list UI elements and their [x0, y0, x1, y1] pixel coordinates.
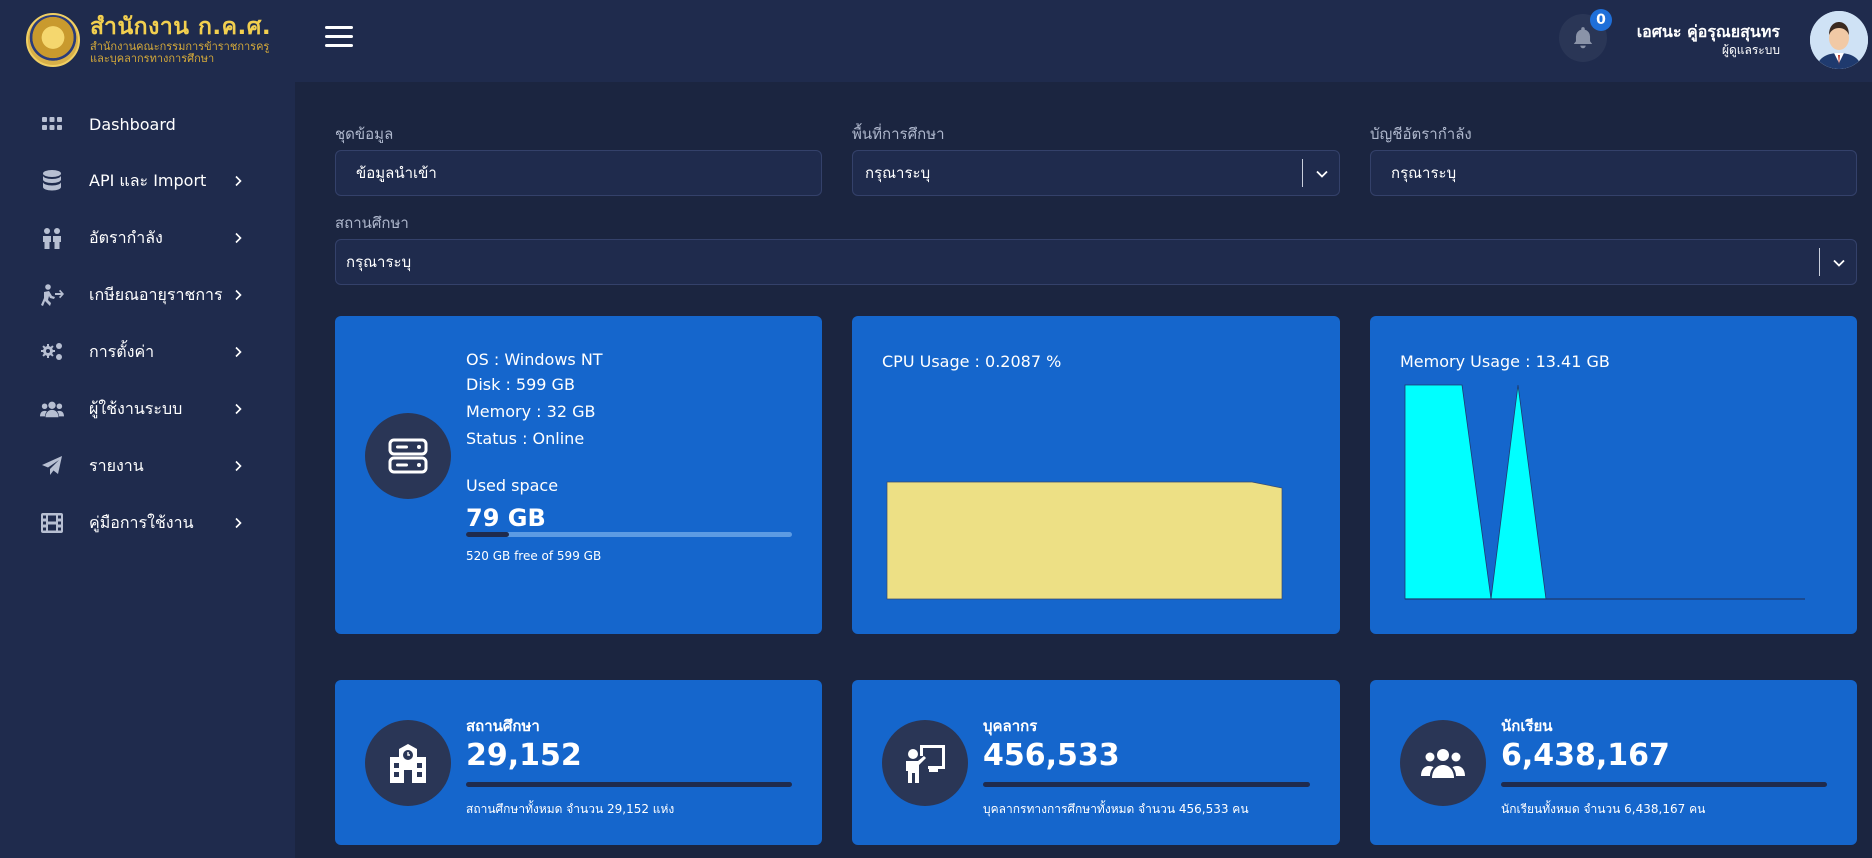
sidebar-item-retirement[interactable]: เกษียณอายุราชการ: [0, 269, 295, 321]
gears-icon: [40, 340, 64, 364]
chevron-right-icon: [235, 232, 242, 244]
sidebar-item-dashboard[interactable]: Dashboard: [0, 98, 295, 150]
top-bar: สำนักงาน ก.ค.ศ. สำนักงานคณะกรรมการข้าราช…: [0, 0, 1872, 82]
chevron-right-icon: [235, 175, 242, 187]
logo[interactable]: สำนักงาน ก.ค.ศ. สำนักงานคณะกรรมการข้าราช…: [26, 10, 296, 70]
sidebar-item-label: API และ Import: [89, 170, 207, 190]
cpu-usage-area: [886, 481, 1283, 600]
stat-description: บุคลากรทางการศึกษาทั้งหมด จำนวน 456,533 …: [983, 802, 1249, 816]
chevron-right-icon: [235, 460, 242, 472]
teacher-icon: [882, 720, 968, 806]
chevron-right-icon: [235, 346, 242, 358]
server-info-card: OS : Windows NT Disk : 599 GB Memory : 3…: [335, 316, 822, 634]
chevron-right-icon: [235, 403, 242, 415]
paper-plane-icon: [40, 454, 64, 478]
sidebar-item-label: Dashboard: [89, 114, 176, 134]
stat-value: 6,438,167: [1501, 738, 1670, 773]
stat-bar: [983, 782, 1310, 787]
stat-bar: [466, 782, 792, 787]
students-icon: [1400, 720, 1486, 806]
person-exit-icon: [40, 283, 64, 307]
chevron-right-icon: [235, 289, 242, 301]
sidebar-item-staffing[interactable]: อัตรากำลัง: [0, 212, 295, 264]
dataset-label: ชุดข้อมูล: [335, 125, 394, 143]
used-space-bar: [466, 532, 792, 537]
account-field[interactable]: กรุณาระบุ: [1370, 150, 1857, 196]
free-space-text: 520 GB free of 599 GB: [466, 549, 602, 563]
chevron-right-icon: [235, 517, 242, 529]
school-select[interactable]: กรุณาระบุ: [335, 239, 1857, 285]
film-icon: [40, 511, 64, 535]
bell-icon: [1573, 27, 1593, 49]
os-text: OS : Windows NT: [466, 350, 603, 369]
memory-usage-area: [1404, 384, 1805, 600]
stat-description: สถานศึกษาทั้งหมด จำนวน 29,152 แห่ง: [466, 802, 675, 816]
sidebar-item-api-import[interactable]: API และ Import: [0, 155, 295, 207]
database-icon: [40, 169, 64, 193]
avatar[interactable]: [1810, 11, 1868, 69]
server-icon: [365, 413, 451, 499]
status-text: Status : Online: [466, 429, 585, 448]
sidebar-item-users[interactable]: ผู้ใช้งานระบบ: [0, 383, 295, 435]
school-label: สถานศึกษา: [335, 214, 409, 232]
org-subtitle-line-2: และบุคลากรทางการศึกษา: [90, 51, 215, 65]
stat-card-personnel: บุคลากร 456,533 บุคลากรทางการศึกษาทั้งหม…: [852, 680, 1340, 845]
sidebar-item-label: ผู้ใช้งานระบบ: [89, 398, 183, 418]
stat-title: นักเรียน: [1501, 717, 1553, 735]
sidebar: Dashboard API และ Import อัตรากำลัง เกษี…: [0, 82, 295, 858]
sidebar-item-manual[interactable]: คู่มือการใช้งาน: [0, 497, 295, 549]
seal-icon: [26, 13, 80, 67]
memory-usage-sparkline: [1404, 384, 1805, 600]
stat-title: บุคลากร: [983, 717, 1038, 735]
user-role: ผู้ดูแลระบบ: [1721, 43, 1780, 57]
users-icon: [40, 397, 64, 421]
grid-icon: [40, 112, 64, 136]
area-label: พื้นที่การศึกษา: [852, 125, 945, 143]
sidebar-item-label: รายงาน: [89, 455, 144, 475]
sidebar-item-label: การตั้งค่า: [89, 341, 155, 361]
stat-description: นักเรียนทั้งหมด จำนวน 6,438,167 คน: [1501, 802, 1706, 816]
stat-value: 456,533: [983, 738, 1120, 773]
area-select[interactable]: กรุณาระบุ: [852, 150, 1340, 196]
sidebar-item-label: อัตรากำลัง: [89, 227, 163, 247]
memory-text: Memory : 32 GB: [466, 402, 596, 421]
chevron-down-icon: [1316, 170, 1328, 178]
org-name: สำนักงาน ก.ค.ศ.: [90, 13, 272, 40]
org-subtitle-line-1: สำนักงานคณะกรรมการข้าราชการครู: [90, 39, 270, 53]
memory-usage-card: Memory Usage : 13.41 GB: [1370, 316, 1857, 634]
menu-toggle-icon[interactable]: [325, 26, 353, 50]
account-label: บัญชีอัตรากำลัง: [1370, 125, 1472, 143]
cpu-usage-card: CPU Usage : 0.2087 %: [852, 316, 1340, 634]
stat-title: สถานศึกษา: [466, 717, 540, 735]
cpu-usage-sparkline: [886, 481, 1283, 600]
stat-card-schools: สถานศึกษา 29,152 สถานศึกษาทั้งหมด จำนวน …: [335, 680, 822, 845]
people-icon: [40, 226, 64, 250]
dataset-value: ข้อมูลนำเข้า: [356, 164, 437, 182]
stat-bar: [1501, 782, 1827, 787]
account-value: กรุณาระบุ: [1391, 164, 1457, 182]
sidebar-item-settings[interactable]: การตั้งค่า: [0, 326, 295, 378]
used-space-bar-fill: [466, 532, 510, 537]
school-value: กรุณาระบุ: [346, 253, 412, 271]
notification-count-badge: 0: [1590, 9, 1612, 31]
area-value: กรุณาระบุ: [865, 164, 931, 182]
sidebar-item-label: เกษียณอายุราชการ: [89, 284, 223, 304]
used-space-label: Used space: [466, 476, 559, 495]
chevron-down-icon: [1833, 259, 1845, 267]
disk-text: Disk : 599 GB: [466, 375, 575, 394]
school-icon: [365, 720, 451, 806]
stat-value: 29,152: [466, 738, 582, 773]
stat-card-students: นักเรียน 6,438,167 นักเรียนทั้งหมด จำนวน…: [1370, 680, 1857, 845]
dataset-field[interactable]: ข้อมูลนำเข้า: [335, 150, 822, 196]
sidebar-item-label: คู่มือการใช้งาน: [89, 512, 194, 532]
sidebar-item-reports[interactable]: รายงาน: [0, 440, 295, 492]
used-space-value: 79 GB: [466, 504, 546, 532]
